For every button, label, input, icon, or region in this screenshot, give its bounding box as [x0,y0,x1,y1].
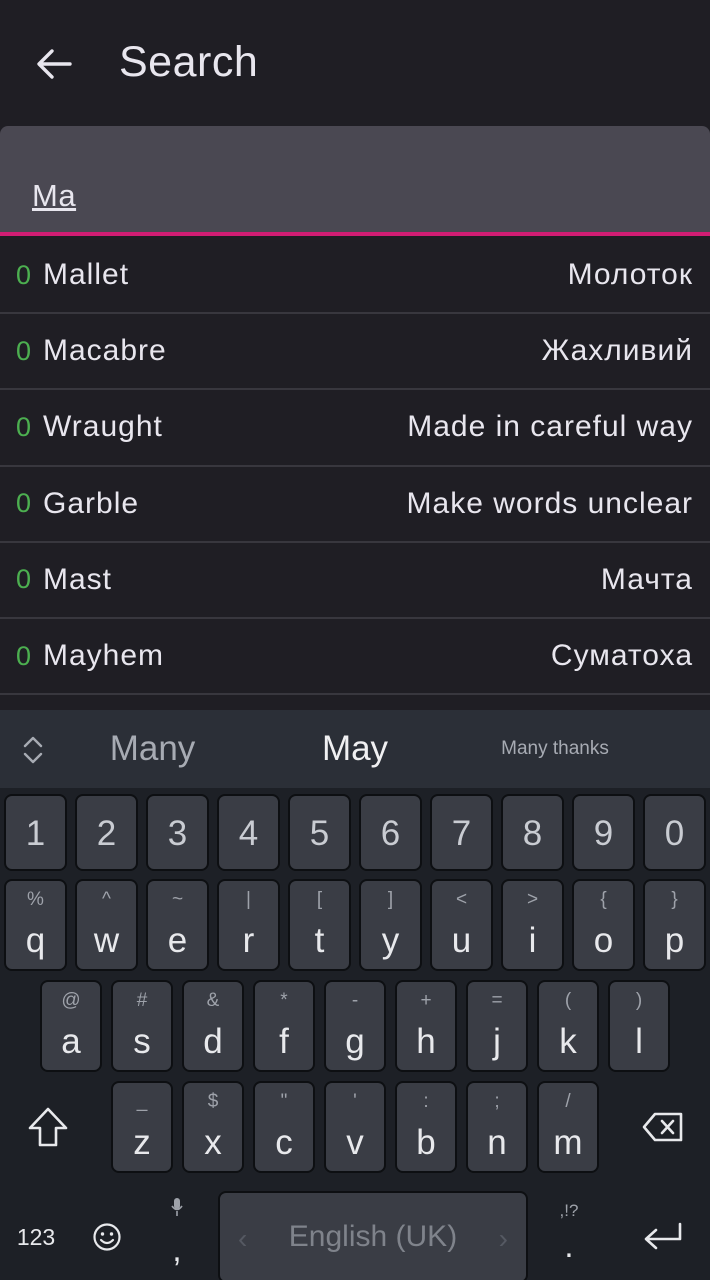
key-5[interactable]: 5 [288,794,351,871]
chevron-up-down-icon [23,736,43,764]
microphone-icon [171,1198,183,1216]
search-focus-underline [0,232,710,236]
emoji-key[interactable] [76,1191,138,1280]
list-item[interactable]: 0 Garble Make words unclear [0,467,710,543]
key-t[interactable]: [t [288,879,351,971]
word-count: 0 [16,411,32,442]
key-n[interactable]: ; n [466,1081,528,1173]
suggestion-bar: Many May Many thanks [0,710,710,788]
key-r[interactable]: | r [217,879,280,971]
key-f[interactable]: * f [253,980,315,1072]
enter-key[interactable] [620,1191,706,1280]
backspace-key[interactable] [620,1081,706,1173]
suggestion-3[interactable]: Many thanks [460,710,650,788]
enter-icon [644,1222,682,1250]
key-2[interactable]: 2 [75,794,138,871]
comma-key[interactable]: , [146,1191,208,1280]
key-3[interactable]: 3 [146,794,209,871]
key-x[interactable]: $ x [182,1081,244,1173]
key-o[interactable]: {o [572,879,635,971]
key-q[interactable]: % q [4,879,67,971]
key-c[interactable]: " c [253,1081,315,1173]
word-term: Garble [43,486,140,520]
key-7[interactable]: 7 [430,794,493,871]
key-p[interactable]: } p [643,879,706,971]
key-1[interactable]: 1 [4,794,67,871]
suggestion-2[interactable]: May [260,710,450,788]
key-k[interactable]: (k [537,980,599,1072]
backspace-icon [642,1112,683,1142]
word-term: Mallet [43,258,130,292]
key-b[interactable]: :b [395,1081,457,1173]
list-item[interactable]: 0 Wraught Made in careful way [0,390,710,467]
search-input[interactable] [32,174,672,218]
period-key[interactable]: ,!? . [538,1191,600,1280]
key-i[interactable]: > i [501,879,564,971]
word-translation: Жахливий [541,334,693,368]
key-z[interactable]: _ z [111,1081,173,1173]
smiley-icon [93,1223,121,1251]
list-item[interactable]: 0 Mallet Молоток [0,238,710,315]
word-term: Mayhem [43,639,165,673]
chevron-right-icon: › [498,1223,508,1254]
key-j[interactable]: = j [466,980,528,1072]
key-u[interactable]: < u [430,879,493,971]
key-l[interactable]: ) l [608,980,670,1072]
word-translation: Made in careful way [407,410,693,444]
expand-suggestions-button[interactable] [16,730,50,770]
word-translation: Суматоха [550,639,693,673]
back-button[interactable] [24,36,84,92]
key-m[interactable]: / m [537,1081,599,1173]
key-d[interactable]: & d [182,980,244,1072]
key-h[interactable]: + h [395,980,457,1072]
key-e[interactable]: ~ e [146,879,209,971]
arrow-left-icon [37,49,72,79]
symbols-key[interactable]: 123 [4,1191,68,1280]
chevron-left-icon: ‹ [238,1223,248,1254]
key-8[interactable]: 8 [501,794,564,871]
key-v[interactable]: ' v [324,1081,386,1173]
word-translation: Make words unclear [406,486,693,520]
list-item[interactable]: 0 Mayhem Суматоха [0,619,710,696]
key-4[interactable]: 4 [217,794,280,871]
space-key[interactable]: ‹ English (UK) › [218,1191,528,1280]
word-translation: Молоток [567,258,693,292]
page-title: Search [119,38,259,86]
word-count: 0 [16,335,32,366]
word-count: 0 [16,259,32,290]
word-term: Wraught [43,410,163,444]
soft-keyboard: Many May Many thanks 1 2 3 4 5 6 7 8 9 0… [0,710,710,1280]
key-y[interactable]: ] y [359,879,422,971]
list-item[interactable]: 0 Macabre Жахливий [0,314,710,391]
list-item[interactable]: 0 Mast Мачта [0,543,710,619]
key-s[interactable]: # s [111,980,173,1072]
word-count: 0 [16,488,32,519]
word-list[interactable]: 0 Mallet Молоток 0 Macabre Жахливий 0 Wr… [0,238,710,710]
word-count: 0 [16,564,32,595]
suggestion-1[interactable]: Many [60,710,245,788]
key-0[interactable]: 0 [643,794,706,871]
search-field[interactable] [0,126,710,236]
app-bar: Search [0,0,710,126]
key-9[interactable]: 9 [572,794,635,871]
shift-icon [28,1107,68,1147]
word-term: Macabre [43,334,167,368]
key-g[interactable]: -g [324,980,386,1072]
word-count: 0 [16,640,32,671]
word-term: Mast [43,562,113,596]
key-w[interactable]: ^ w [75,879,138,971]
word-translation: Мачта [600,562,693,596]
key-6[interactable]: 6 [359,794,422,871]
shift-key[interactable] [4,1081,92,1173]
key-a[interactable]: @ a [40,980,102,1072]
